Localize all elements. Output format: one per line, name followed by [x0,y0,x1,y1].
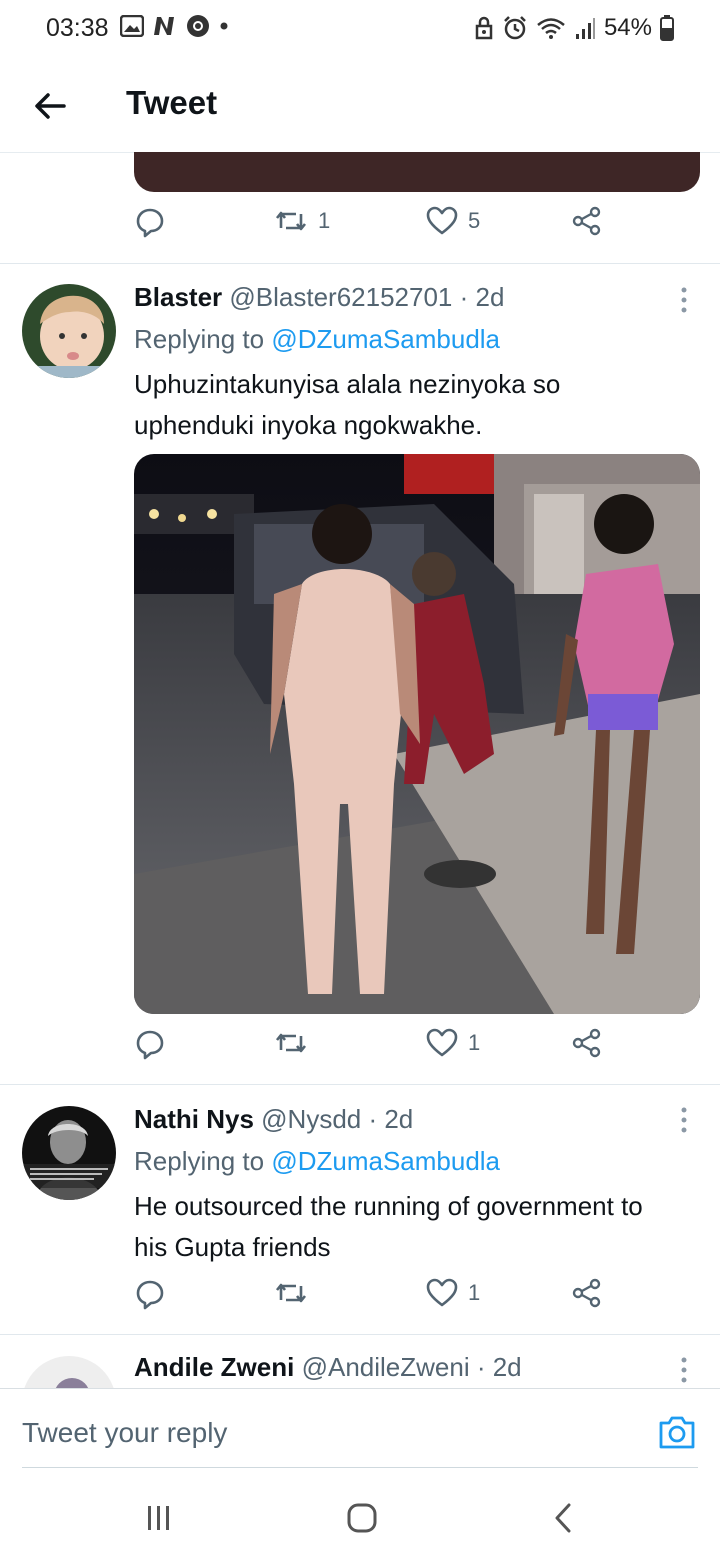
system-nav-bar [0,1478,720,1560]
handle-and-time: @Nysdd · 2d [261,1104,414,1134]
alarm-icon [504,16,526,40]
reply-action[interactable] [134,206,166,238]
reply-action[interactable] [134,1028,166,1060]
display-name[interactable]: Andile Zweni [134,1352,294,1382]
handle-and-time: @AndileZweni · 2d [301,1352,522,1382]
avatar[interactable] [22,1106,116,1200]
reply-action[interactable] [134,1278,166,1310]
divider [0,263,720,264]
retweet-action[interactable] [274,1028,308,1058]
avatar[interactable] [22,284,116,378]
like-action[interactable]: 1 [426,1028,480,1058]
portrait-avatar-image [22,1106,116,1200]
night-street-photo [134,454,700,1014]
reply-underline [22,1467,698,1468]
replying-to: Replying to @DZumaSambudla [134,324,500,355]
tweet-header: Blaster @Blaster62152701 · 2d [134,282,504,313]
signal-icon [575,18,595,39]
avatar[interactable] [22,1356,116,1388]
tweet-text: He outsourced the running of government … [134,1191,643,1262]
camera-icon[interactable] [658,1413,696,1451]
reply-input[interactable]: Tweet your reply [22,1417,227,1449]
reply-icon [136,1280,164,1310]
status-time: 03:38 [46,14,109,42]
mention-link[interactable]: @DZumaSambudla [271,324,500,354]
like-count: 5 [468,208,481,233]
tweet-actions: 1 [134,1278,604,1322]
alarm-lock-icon [475,16,493,40]
recent-apps-icon[interactable] [144,1504,174,1532]
like-action[interactable]: 1 [426,1278,480,1308]
status-bar: 03:38 54% [0,0,720,58]
like-count: 1 [468,1030,481,1055]
retweet-action[interactable] [274,1278,308,1308]
tweet-text: Uphuzintakunyisa alala nezinyoka so uphe… [134,369,561,440]
status-system-icons: 54% [474,14,674,42]
reply-icon [136,1030,164,1060]
share-action[interactable] [572,1028,602,1058]
handle-and-time: @Blaster62152701 · 2d [229,282,505,312]
chrome-icon [187,15,209,37]
like-action[interactable]: 5 [426,206,480,236]
home-icon[interactable] [346,1502,378,1534]
page-title: Tweet [126,84,218,121]
retweet-action[interactable]: 1 [274,206,330,236]
share-icon [572,1278,601,1308]
share-action[interactable] [572,1278,602,1308]
status-notification-icons [120,14,230,38]
replying-to-label: Replying to [134,324,265,354]
tweet-actions: 1 [134,1028,604,1072]
retweet-count: 1 [318,208,331,233]
n-icon [154,17,174,35]
heart-icon [426,1278,458,1307]
more-options-icon[interactable] [676,286,692,314]
display-name[interactable]: Nathi Nys [134,1104,254,1134]
share-icon [572,1028,601,1058]
reply-composer: Tweet your reply [0,1388,720,1479]
avatar-image [24,1356,114,1388]
divider [0,1084,720,1085]
retweet-icon [275,1033,307,1053]
heart-icon [426,1028,458,1057]
more-options-icon[interactable] [676,1356,692,1384]
retweet-icon [275,211,307,231]
share-icon [572,206,601,236]
like-count: 1 [468,1280,481,1305]
replying-to: Replying to @DZumaSambudla [134,1146,500,1177]
battery-percent: 54% [603,14,652,41]
more-options-icon[interactable] [676,1106,692,1134]
tweet-header: Nathi Nys @Nysdd · 2d [134,1104,413,1135]
replying-to-label: Replying to [134,1146,265,1176]
previous-tweet-media[interactable] [134,152,700,192]
tweet-photo[interactable] [134,454,700,1014]
reply-icon [136,208,164,238]
gallery-icon [120,15,144,37]
mention-link[interactable]: @DZumaSambudla [271,1146,500,1176]
back-nav-icon[interactable] [552,1502,574,1534]
baby-avatar-image [22,284,116,378]
divider [0,1334,720,1335]
previous-tweet-actions: 1 5 [134,206,604,250]
dot-icon [220,22,228,30]
tweet-header: Andile Zweni @AndileZweni · 2d [134,1352,522,1383]
app-header: Tweet [0,58,720,153]
battery-icon [660,15,674,41]
wifi-icon [537,18,565,39]
heart-icon [426,206,458,235]
retweet-icon [275,1283,307,1303]
back-arrow-icon[interactable] [30,86,70,126]
display-name[interactable]: Blaster [134,282,222,312]
share-action[interactable] [572,206,602,236]
